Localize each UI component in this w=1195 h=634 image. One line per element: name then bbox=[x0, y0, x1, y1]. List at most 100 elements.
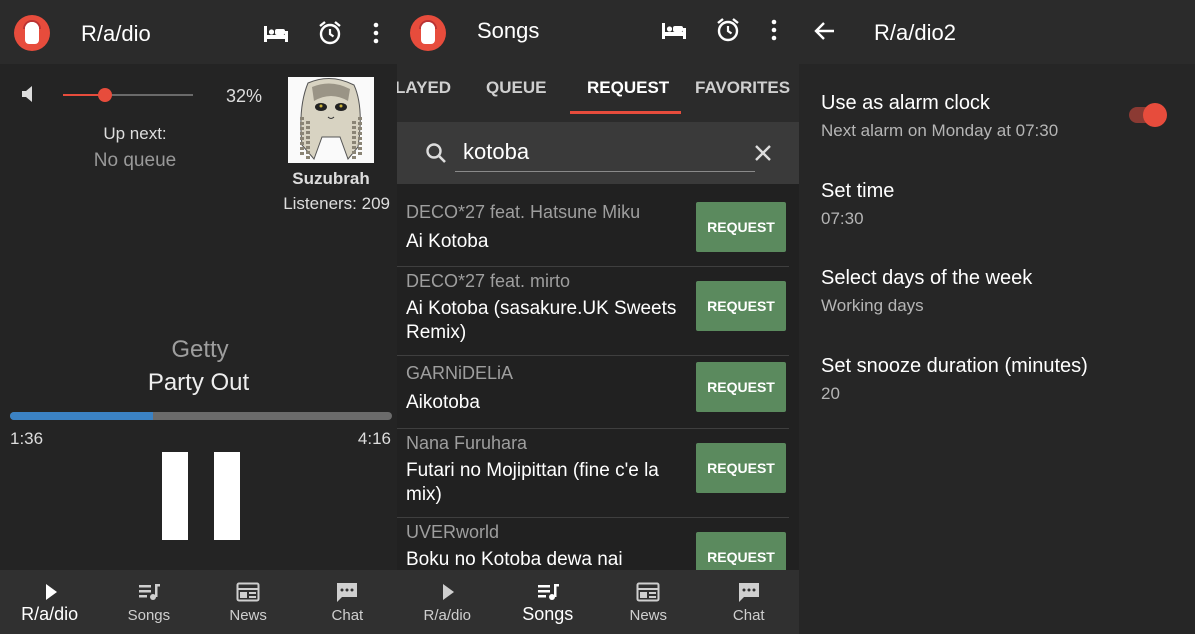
songs-screen: Songs LAYED QUEUE REQUEST FAVORITES DECO… bbox=[397, 0, 799, 634]
list-item: GARNiDELiA Aikotoba REQUEST bbox=[397, 356, 789, 428]
alarm-toggle[interactable] bbox=[1129, 103, 1167, 127]
request-button[interactable]: REQUEST bbox=[696, 202, 786, 252]
app-title: R/a/dio bbox=[81, 21, 151, 46]
volume-percent: 32% bbox=[225, 86, 262, 106]
setting-title: Set time bbox=[821, 180, 895, 202]
more-vert-icon[interactable] bbox=[362, 19, 390, 47]
nav-label: Chat bbox=[331, 607, 364, 624]
volume-slider-thumb[interactable] bbox=[97, 88, 112, 102]
search-icon bbox=[422, 139, 450, 167]
setting-subtitle: Working days bbox=[821, 296, 924, 315]
nav-label: News bbox=[229, 607, 267, 624]
clear-search-icon[interactable] bbox=[749, 139, 777, 167]
result-title: Aikotoba bbox=[406, 392, 480, 413]
list-item: DECO*27 feat. mirto Ai Kotoba (sasakure.… bbox=[397, 267, 789, 355]
tab-favorites[interactable]: FAVORITES bbox=[695, 78, 790, 98]
bottom-nav: R/a/dio Songs News Chat bbox=[397, 570, 799, 634]
song-progress-bar bbox=[10, 412, 392, 420]
list-item: DECO*27 feat. Hatsune Miku Ai Kotoba REQ… bbox=[397, 196, 789, 266]
page-title: R/a/dio2 bbox=[874, 20, 956, 45]
request-button[interactable]: REQUEST bbox=[696, 281, 786, 331]
pause-button[interactable] bbox=[162, 452, 240, 540]
chat-icon bbox=[738, 583, 759, 602]
setting-title: Use as alarm clock bbox=[821, 92, 990, 114]
page-title: Songs bbox=[477, 18, 540, 43]
tab-played[interactable]: LAYED bbox=[397, 78, 451, 98]
more-vert-icon[interactable] bbox=[760, 16, 788, 44]
result-title: Ai Kotoba (sasakure.UK Sweets Remix) bbox=[406, 298, 677, 343]
setting-set-time[interactable]: Set time 07:30 bbox=[821, 180, 894, 229]
nav-label: R/a/dio bbox=[21, 604, 79, 624]
volume-slider[interactable] bbox=[63, 88, 193, 102]
now-playing-artist: Getty bbox=[171, 336, 229, 363]
play-icon bbox=[45, 584, 57, 600]
setting-days-of-week[interactable]: Select days of the week Working days bbox=[821, 267, 1032, 316]
alarm-icon[interactable] bbox=[316, 19, 344, 47]
result-artist: Nana Furuhara bbox=[406, 433, 528, 453]
up-next-value: No queue bbox=[93, 150, 177, 171]
elapsed-time: 1:36 bbox=[10, 429, 44, 448]
setting-subtitle: Next alarm on Monday at 07:30 bbox=[821, 121, 1059, 140]
nav-label: Chat bbox=[732, 607, 765, 624]
nav-item-news[interactable]: News bbox=[199, 570, 298, 634]
app-bar: Songs bbox=[397, 0, 799, 64]
nav-item-songs[interactable]: Songs bbox=[99, 570, 198, 634]
nav-item-radio[interactable]: R/a/dio bbox=[397, 570, 498, 634]
app-bar: R/a/dio bbox=[0, 0, 397, 64]
request-button[interactable]: REQUEST bbox=[696, 443, 786, 493]
nav-label: Songs bbox=[522, 604, 574, 624]
total-time: 4:16 bbox=[357, 429, 391, 448]
news-icon bbox=[236, 582, 260, 602]
listener-count: Listeners: 209 bbox=[283, 194, 390, 213]
alarm-icon[interactable] bbox=[714, 16, 742, 44]
nav-item-songs[interactable]: Songs bbox=[498, 570, 599, 634]
alarm-settings-screen: R/a/dio2 Use as alarm clock Next alarm o… bbox=[799, 0, 1195, 634]
chat-icon bbox=[337, 583, 358, 602]
nav-item-chat[interactable]: Chat bbox=[298, 570, 397, 634]
setting-title: Set snooze duration (minutes) bbox=[821, 355, 1088, 377]
setting-title: Select days of the week bbox=[821, 267, 1033, 289]
now-playing-title: Party Out bbox=[147, 369, 250, 396]
result-artist: UVERworld bbox=[406, 522, 500, 542]
volume-icon[interactable] bbox=[20, 84, 36, 109]
result-title: Ai Kotoba bbox=[406, 231, 489, 252]
nav-item-chat[interactable]: Chat bbox=[699, 570, 800, 634]
tab-queue[interactable]: QUEUE bbox=[486, 78, 546, 98]
result-artist: DECO*27 feat. mirto bbox=[406, 271, 571, 291]
result-title: Futari no Mojipittan (fine c'e la mix) bbox=[406, 460, 659, 505]
result-artist: GARNiDELiA bbox=[406, 363, 514, 383]
request-button[interactable]: REQUEST bbox=[696, 362, 786, 412]
player-screen: R/a/dio 32% Up next: No queue Suzubrah L… bbox=[0, 0, 397, 634]
app-logo bbox=[410, 15, 446, 51]
nav-item-radio[interactable]: R/a/dio bbox=[0, 570, 99, 634]
result-artist: DECO*27 feat. Hatsune Miku bbox=[406, 202, 641, 222]
list-item: Nana Furuhara Futari no Mojipittan (fine… bbox=[397, 429, 789, 517]
sleep-timer-icon[interactable] bbox=[262, 20, 290, 48]
setting-use-alarm[interactable]: Use as alarm clock Next alarm on Monday … bbox=[821, 92, 1058, 141]
search-bar bbox=[397, 122, 799, 184]
result-title: Boku no Kotoba dewa nai bbox=[406, 549, 623, 570]
setting-snooze-duration[interactable]: Set snooze duration (minutes) 20 bbox=[821, 355, 1088, 404]
nav-item-news[interactable]: News bbox=[598, 570, 699, 634]
setting-subtitle: 20 bbox=[821, 384, 840, 403]
song-progress-fill bbox=[10, 412, 154, 420]
back-arrow-icon[interactable] bbox=[811, 17, 839, 45]
dj-name: Suzubrah bbox=[292, 169, 370, 188]
setting-subtitle: 07:30 bbox=[821, 209, 864, 228]
list-item: UVERworld Boku no Kotoba dewa nai REQUES… bbox=[397, 518, 789, 570]
sleep-timer-icon[interactable] bbox=[660, 17, 688, 45]
queue-music-icon bbox=[138, 584, 160, 600]
request-button[interactable]: REQUEST bbox=[696, 532, 786, 570]
nav-label: News bbox=[629, 607, 667, 624]
app-logo bbox=[14, 15, 50, 51]
tab-indicator bbox=[570, 111, 681, 114]
app-bar: R/a/dio2 bbox=[799, 0, 1195, 64]
nav-label: R/a/dio bbox=[423, 607, 472, 624]
bottom-nav: R/a/dio Songs News Chat bbox=[0, 570, 397, 634]
news-icon bbox=[636, 582, 660, 602]
search-input[interactable] bbox=[455, 132, 755, 172]
tab-request[interactable]: REQUEST bbox=[587, 78, 669, 98]
dj-avatar bbox=[288, 77, 374, 163]
play-icon bbox=[443, 584, 455, 600]
up-next-label: Up next: bbox=[103, 124, 167, 143]
